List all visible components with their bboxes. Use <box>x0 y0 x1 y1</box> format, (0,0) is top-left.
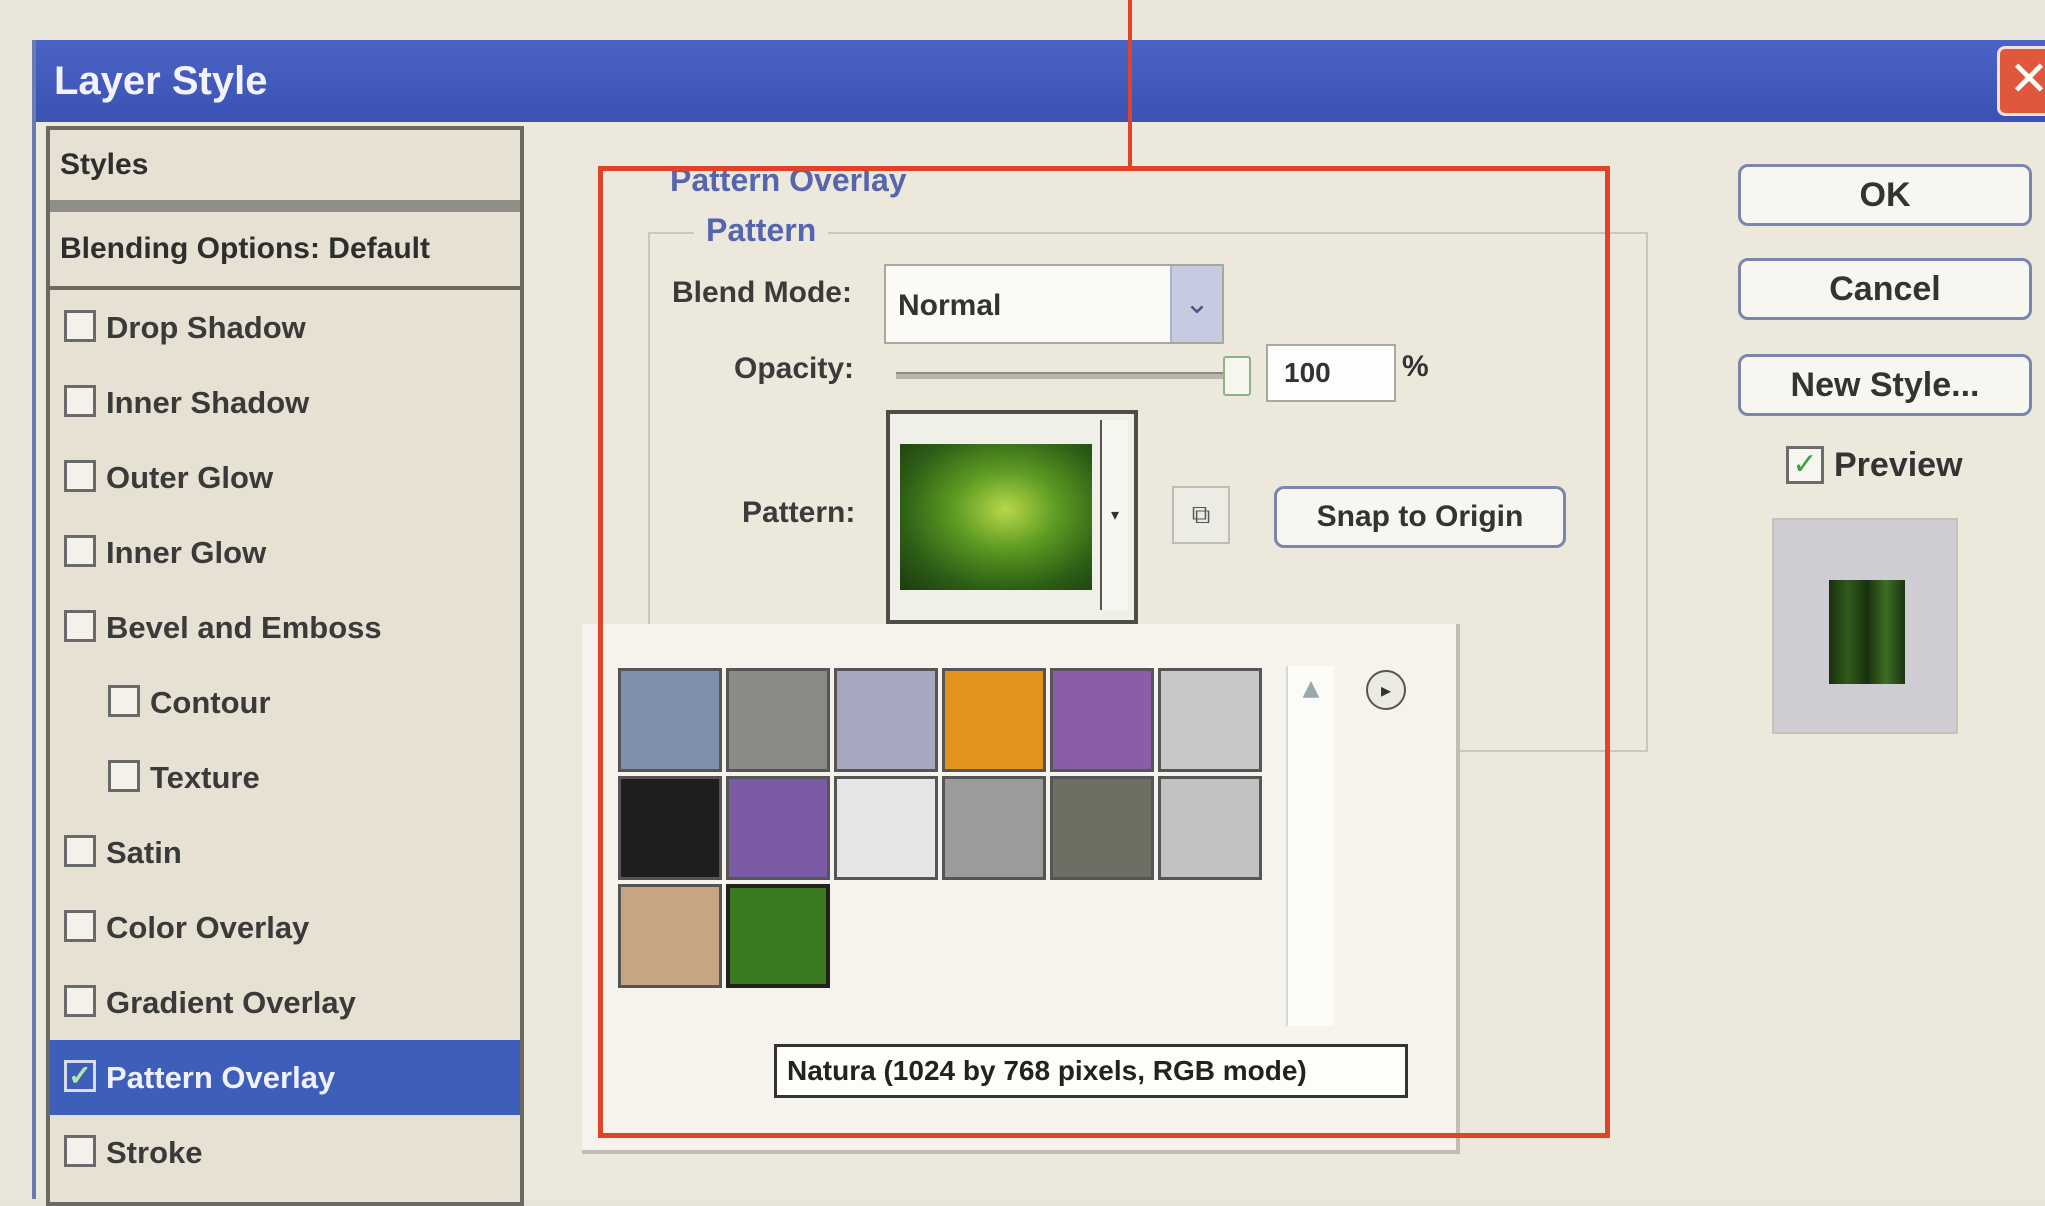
style-checkbox[interactable] <box>64 535 96 567</box>
style-items: Drop Shadow Inner Shadow Outer Glow Inner G… <box>50 290 520 1190</box>
style-item-inner-glow[interactable]: Inner Glow <box>50 515 520 590</box>
style-checkbox[interactable] <box>64 310 96 342</box>
style-checkbox[interactable] <box>64 385 96 417</box>
style-item-inner-shadow[interactable]: Inner Shadow <box>50 365 520 440</box>
style-item-stroke[interactable]: Stroke <box>50 1115 520 1190</box>
style-item-label: Satin <box>106 835 182 870</box>
style-item-drop-shadow[interactable]: Drop Shadow <box>50 290 520 365</box>
style-item-bevel-and-emboss[interactable]: Bevel and Emboss <box>50 590 520 665</box>
ok-button[interactable]: OK <box>1738 164 2032 226</box>
style-item-label: Bevel and Emboss <box>106 610 382 645</box>
style-checkbox[interactable]: ✓ <box>64 1060 96 1092</box>
style-item-label: Outer Glow <box>106 460 274 495</box>
preview-label: Preview <box>1834 446 1963 484</box>
style-checkbox[interactable] <box>64 835 96 867</box>
style-checkbox[interactable] <box>108 760 140 792</box>
style-item-pattern-overlay[interactable]: ✓ Pattern Overlay <box>50 1040 520 1115</box>
style-item-label: Drop Shadow <box>106 310 306 345</box>
style-item-texture[interactable]: Texture <box>50 740 520 815</box>
style-item-outer-glow[interactable]: Outer Glow <box>50 440 520 515</box>
style-item-color-overlay[interactable]: Color Overlay <box>50 890 520 965</box>
blending-options-item[interactable]: Blending Options: Default <box>50 212 520 290</box>
callout-box <box>598 166 1610 1138</box>
close-button[interactable]: ✕ <box>1997 46 2045 116</box>
style-checkbox[interactable] <box>64 460 96 492</box>
callout-line <box>1128 0 1132 170</box>
preview-checkbox[interactable]: ✓ <box>1786 446 1824 484</box>
styles-header[interactable]: Styles <box>50 130 520 212</box>
style-item-label: Contour <box>150 685 271 720</box>
style-item-label: Color Overlay <box>106 910 310 945</box>
new-style-button[interactable]: New Style... <box>1738 354 2032 416</box>
style-item-label: Pattern Overlay <box>106 1060 336 1095</box>
styles-list: Styles Blending Options: Default Drop Sh… <box>46 126 524 1206</box>
style-checkbox[interactable] <box>108 685 140 717</box>
dialog-title: Layer Style <box>54 59 268 103</box>
style-item-gradient-overlay[interactable]: Gradient Overlay <box>50 965 520 1040</box>
preview-sample <box>1829 580 1905 684</box>
style-item-label: Stroke <box>106 1135 203 1170</box>
style-item-contour[interactable]: Contour <box>50 665 520 740</box>
style-item-label: Gradient Overlay <box>106 985 356 1020</box>
style-item-satin[interactable]: Satin <box>50 815 520 890</box>
style-checkbox[interactable] <box>64 985 96 1017</box>
style-checkbox[interactable] <box>64 910 96 942</box>
preview-box <box>1772 518 1958 734</box>
cancel-button[interactable]: Cancel <box>1738 258 2032 320</box>
style-checkbox[interactable] <box>64 1135 96 1167</box>
style-item-label: Texture <box>150 760 260 795</box>
style-item-label: Inner Shadow <box>106 385 310 420</box>
style-checkbox[interactable] <box>64 610 96 642</box>
dialog-titlebar: Layer Style <box>36 40 2045 122</box>
style-item-label: Inner Glow <box>106 535 267 570</box>
